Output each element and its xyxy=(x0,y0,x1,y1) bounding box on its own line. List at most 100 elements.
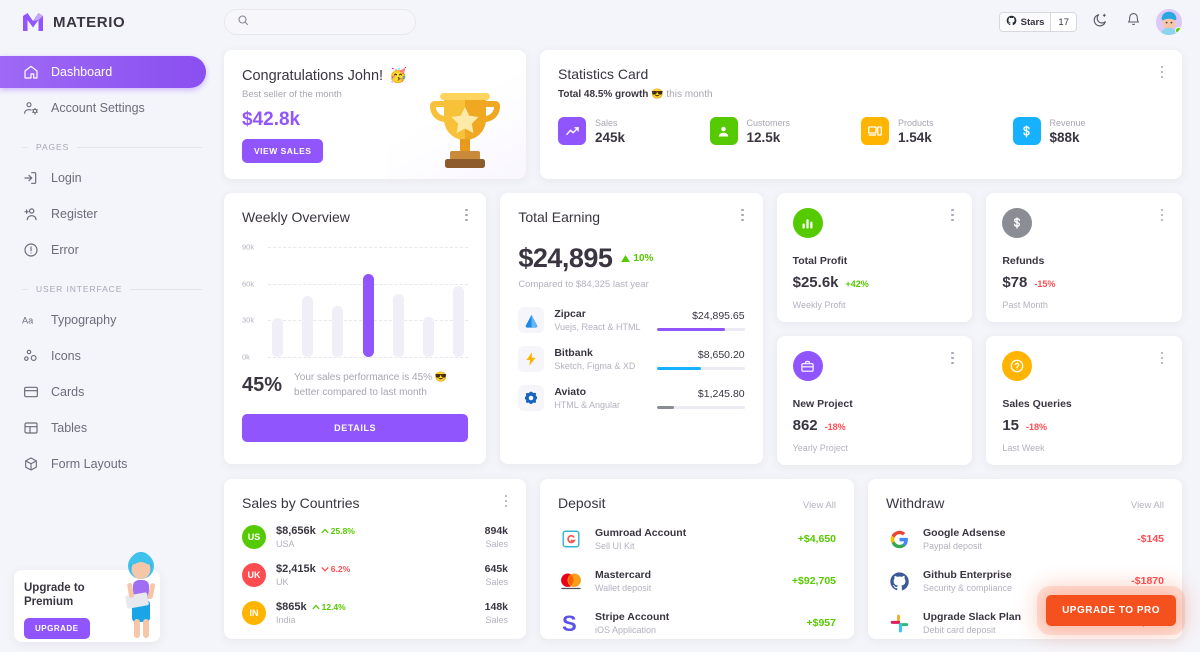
bell-icon xyxy=(1126,12,1141,32)
slack-logo-icon xyxy=(886,610,912,636)
chart-bar[interactable] xyxy=(423,316,435,357)
deposit-name: Gumroad Account xyxy=(595,527,687,539)
sidebar-item-icons[interactable]: Icons xyxy=(0,340,206,372)
chart-bar[interactable] xyxy=(272,317,283,357)
withdraw-name: Github Enterprise xyxy=(923,569,1012,581)
stat-value: $88k xyxy=(1049,129,1080,145)
earning-value-block: $1,245.80 xyxy=(656,388,745,409)
stat-label: Customers xyxy=(746,117,791,128)
sidebar-item-register[interactable]: Register xyxy=(0,198,206,230)
sidebar-item-typography[interactable]: Aa Typography xyxy=(0,304,206,336)
statistics-card-menu-button[interactable] xyxy=(1155,64,1169,80)
aviato-gear-logo-icon xyxy=(518,385,545,411)
notifications-button[interactable] xyxy=(1123,12,1143,32)
card-icon xyxy=(22,384,39,401)
country-amount: $865k xyxy=(276,601,307,613)
mini-card-delta: -15% xyxy=(1034,279,1056,289)
sidebar-item-cards[interactable]: Cards xyxy=(0,376,206,408)
withdraw-name: Upgrade Slack Plan xyxy=(923,611,1022,623)
mini-card-footer: Past Month xyxy=(1002,300,1048,310)
sidebar-item-error[interactable]: Error xyxy=(0,234,206,266)
withdraw-title: Withdraw xyxy=(886,495,945,511)
deposit-row: Gumroad Account Sell UI Kit +$4,650 xyxy=(558,526,836,552)
deposit-view-all-link[interactable]: View All xyxy=(803,500,836,511)
mini-card-title: Refunds xyxy=(1002,255,1045,267)
sidebar-item-form-layouts[interactable]: Form Layouts xyxy=(0,448,206,480)
sales-queries-menu-button[interactable] xyxy=(1155,350,1169,366)
country-row: UK $2,415k 6.2% UK 645k Sales xyxy=(242,563,508,587)
country-trend: 12.4% xyxy=(311,602,346,612)
total-profit-menu-button[interactable] xyxy=(945,207,959,223)
earning-name: Zipcar xyxy=(554,308,586,320)
country-amount-row: $865k 12.4% xyxy=(276,601,346,613)
brand[interactable]: MATERIO xyxy=(0,0,220,46)
stat-label: Sales xyxy=(595,117,618,128)
sidebar-item-label: Account Settings xyxy=(51,101,145,115)
deposit-amount: +$92,705 xyxy=(791,575,836,587)
trend-down-icon xyxy=(321,566,329,572)
sidebar-item-login[interactable]: Login xyxy=(0,162,206,194)
chart-bar[interactable] xyxy=(302,295,314,357)
section-label: USER INTERFACE xyxy=(36,284,123,294)
search-input[interactable] xyxy=(256,16,403,28)
statistics-card-title: Statistics Card xyxy=(558,66,649,82)
total-earning-delta: 10% xyxy=(621,253,653,264)
mini-card-value-row: $78 -15% xyxy=(1002,274,1166,291)
moon-icon xyxy=(1092,12,1108,33)
sidebar-upgrade-button[interactable]: UPGRADE xyxy=(24,617,90,639)
total-earning-delta-value: 10% xyxy=(633,253,654,264)
new-project-menu-button[interactable] xyxy=(945,350,959,366)
total-earning-menu-button[interactable] xyxy=(736,207,750,223)
sidebar-item-dashboard[interactable]: Dashboard xyxy=(0,56,206,88)
statistics-items: Sales 245k Customers 12.5k Products 1.54… xyxy=(558,117,1164,145)
withdraw-sub: Security & compliance xyxy=(923,583,1013,593)
refunds-menu-button[interactable] xyxy=(1155,207,1169,223)
view-sales-button[interactable]: VIEW SALES xyxy=(242,139,324,163)
total-earning-title: Total Earning xyxy=(518,209,601,225)
sidebar-nav: Dashboard Account Settings PAGES Login R… xyxy=(0,46,220,484)
country-badge: US xyxy=(242,525,266,549)
sales-by-countries-menu-button[interactable] xyxy=(499,493,513,509)
mini-card-delta: -18% xyxy=(824,422,846,432)
chart-bar[interactable] xyxy=(332,305,344,357)
stat-item-revenue: Revenue $88k xyxy=(1012,117,1165,145)
country-trend-value: 6.2% xyxy=(330,564,351,574)
country-sales-label: Sales xyxy=(485,577,508,587)
country-amount: $2,415k xyxy=(276,563,316,575)
upgrade-to-pro-button[interactable]: UPGRADE TO PRO xyxy=(1046,595,1176,626)
sidebar-upgrade-banner[interactable]: Upgrade to Premium UPGRADE xyxy=(14,552,160,642)
mini-card-title: New Project xyxy=(792,398,853,410)
gumroad-logo-icon xyxy=(558,526,584,552)
theme-toggle-button[interactable] xyxy=(1090,12,1110,32)
chart-bar[interactable] xyxy=(453,286,465,357)
earning-progress-bar xyxy=(656,366,745,370)
stat-value: 1.54k xyxy=(898,129,932,145)
sidebar-item-account-settings[interactable]: Account Settings xyxy=(0,92,206,124)
deposit-sub: Sell UI Kit xyxy=(595,541,635,551)
country-name: India xyxy=(276,615,296,625)
avatar[interactable] xyxy=(1156,9,1182,35)
dashboard-row-2: Weekly Overview 90k 60k 30k 0k 45% Your … xyxy=(224,193,1182,465)
gold-trophy-icon xyxy=(430,93,500,168)
search-box[interactable] xyxy=(224,9,416,35)
chart-bar-highlighted[interactable] xyxy=(362,273,374,357)
github-stars-badge[interactable]: Stars 17 xyxy=(998,12,1077,32)
chart-bar[interactable] xyxy=(392,293,404,357)
sidebar-item-label: Error xyxy=(51,243,79,257)
sidebar-item-label: Dashboard xyxy=(51,65,113,79)
weekly-overview-menu-button[interactable] xyxy=(459,207,473,223)
mini-card-footer: Weekly Profit xyxy=(792,300,846,310)
topbar-actions: Stars 17 xyxy=(998,9,1182,35)
account-cog-icon xyxy=(22,100,39,117)
dashboard-row-1: Congratulations John! 🥳 Best seller of t… xyxy=(224,50,1182,179)
trend-up-icon xyxy=(321,528,329,534)
withdraw-header: Withdraw View All xyxy=(886,495,1164,511)
sidebar-item-tables[interactable]: Tables xyxy=(0,412,206,444)
withdraw-view-all-link[interactable]: View All xyxy=(1131,500,1164,511)
total-earning-comparison: Compared to $84,325 last year xyxy=(518,279,649,290)
arrow-up-icon xyxy=(621,255,631,262)
deposit-sub: Wallet deposit xyxy=(595,583,652,593)
deposit-card: Deposit View All Gumroad Account Sell UI… xyxy=(540,479,854,639)
brand-name: MATERIO xyxy=(53,13,126,31)
details-button[interactable]: DETAILS xyxy=(242,414,469,442)
